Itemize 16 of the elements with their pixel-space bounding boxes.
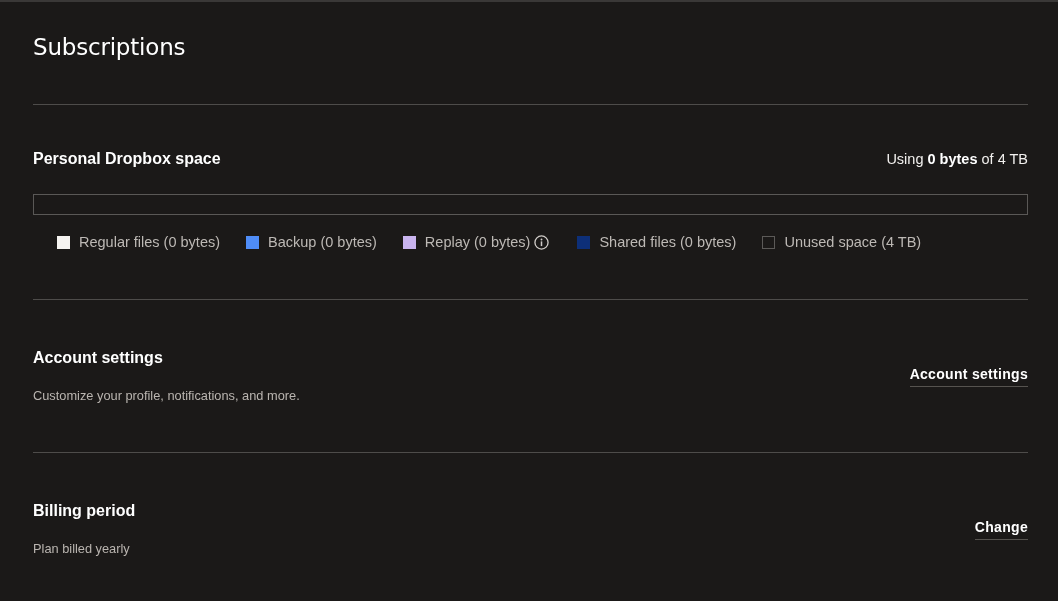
legend-label: Backup (0 bytes) xyxy=(268,233,377,251)
section-heading: Account settings xyxy=(33,348,163,368)
page-title: Subscriptions xyxy=(33,33,186,61)
legend-swatch-icon xyxy=(762,235,776,249)
section-link[interactable]: Change xyxy=(974,518,1028,540)
section-description: Plan billed yearly xyxy=(33,541,130,557)
section-heading: Billing period xyxy=(33,501,136,521)
storage-usage-text: Using 0 bytes of 4 TB xyxy=(886,150,1028,168)
legend-label: Regular files (0 bytes) xyxy=(79,233,221,251)
section-link[interactable]: Account settings xyxy=(909,365,1028,387)
info-icon[interactable] xyxy=(534,234,550,250)
legend-label: Replay (0 bytes) xyxy=(424,233,531,251)
section-heading: Personal Dropbox space xyxy=(33,149,221,169)
section-description: Customize your profile, notifications, and more. xyxy=(33,388,300,404)
legend-label: Shared files (0 bytes) xyxy=(599,233,737,251)
legend-label: Unused space (4 TB) xyxy=(784,233,922,251)
